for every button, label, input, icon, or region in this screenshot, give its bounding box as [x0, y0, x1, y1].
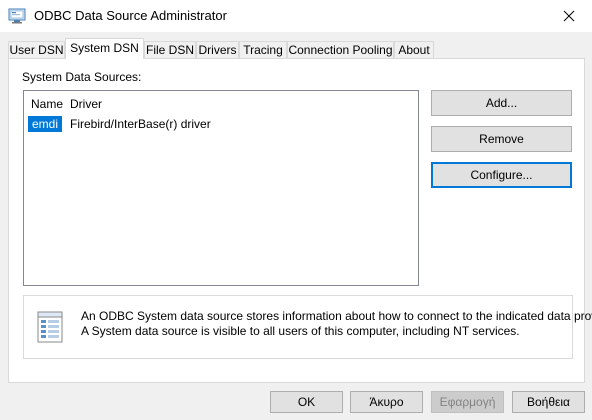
database-document-icon — [37, 311, 63, 343]
tab-drivers[interactable]: Drivers — [196, 41, 239, 58]
apply-button[interactable]: Εφαρμογή — [431, 391, 504, 413]
tab-user-dsn[interactable]: User DSN — [8, 41, 65, 58]
data-sources-list[interactable]: Name Driver emdi Firebird/InterBase(r) d… — [23, 90, 419, 286]
tab-file-dsn[interactable]: File DSN — [144, 41, 196, 58]
ok-button[interactable]: OK — [270, 391, 343, 413]
tab-about[interactable]: About — [394, 41, 434, 58]
row-driver-cell[interactable]: Firebird/InterBase(r) driver — [70, 116, 211, 132]
row-name-cell[interactable]: emdi — [28, 116, 63, 132]
system-dsn-panel: System Data Sources: Name Driver emdi Fi… — [8, 58, 592, 383]
window-title: ODBC Data Source Administrator — [34, 8, 227, 23]
remove-button[interactable]: Remove — [431, 126, 572, 152]
title-bar: ODBC Data Source Administrator — [0, 0, 592, 32]
help-button[interactable]: Βοήθεια — [512, 391, 585, 413]
close-icon — [563, 10, 575, 22]
info-text-line-2: A System data source is visible to all u… — [81, 324, 520, 338]
info-box: An ODBC System data source stores inform… — [23, 295, 592, 359]
column-header-driver[interactable]: Driver — [70, 97, 102, 111]
tab-system-dsn[interactable]: System DSN — [65, 38, 144, 59]
tab-connection-pooling[interactable]: Connection Pooling — [287, 41, 394, 58]
column-header-name[interactable]: Name — [31, 97, 63, 111]
info-text-line-1: An ODBC System data source stores inform… — [81, 309, 592, 323]
system-data-sources-label: System Data Sources: — [22, 70, 142, 84]
configure-button[interactable]: Configure... — [431, 162, 572, 188]
close-button[interactable] — [546, 0, 592, 32]
tab-tracing[interactable]: Tracing — [239, 41, 287, 58]
add-button[interactable]: Add... — [431, 90, 572, 116]
odbc-app-icon — [8, 8, 26, 24]
cancel-button[interactable]: Άκυρο — [350, 391, 423, 413]
